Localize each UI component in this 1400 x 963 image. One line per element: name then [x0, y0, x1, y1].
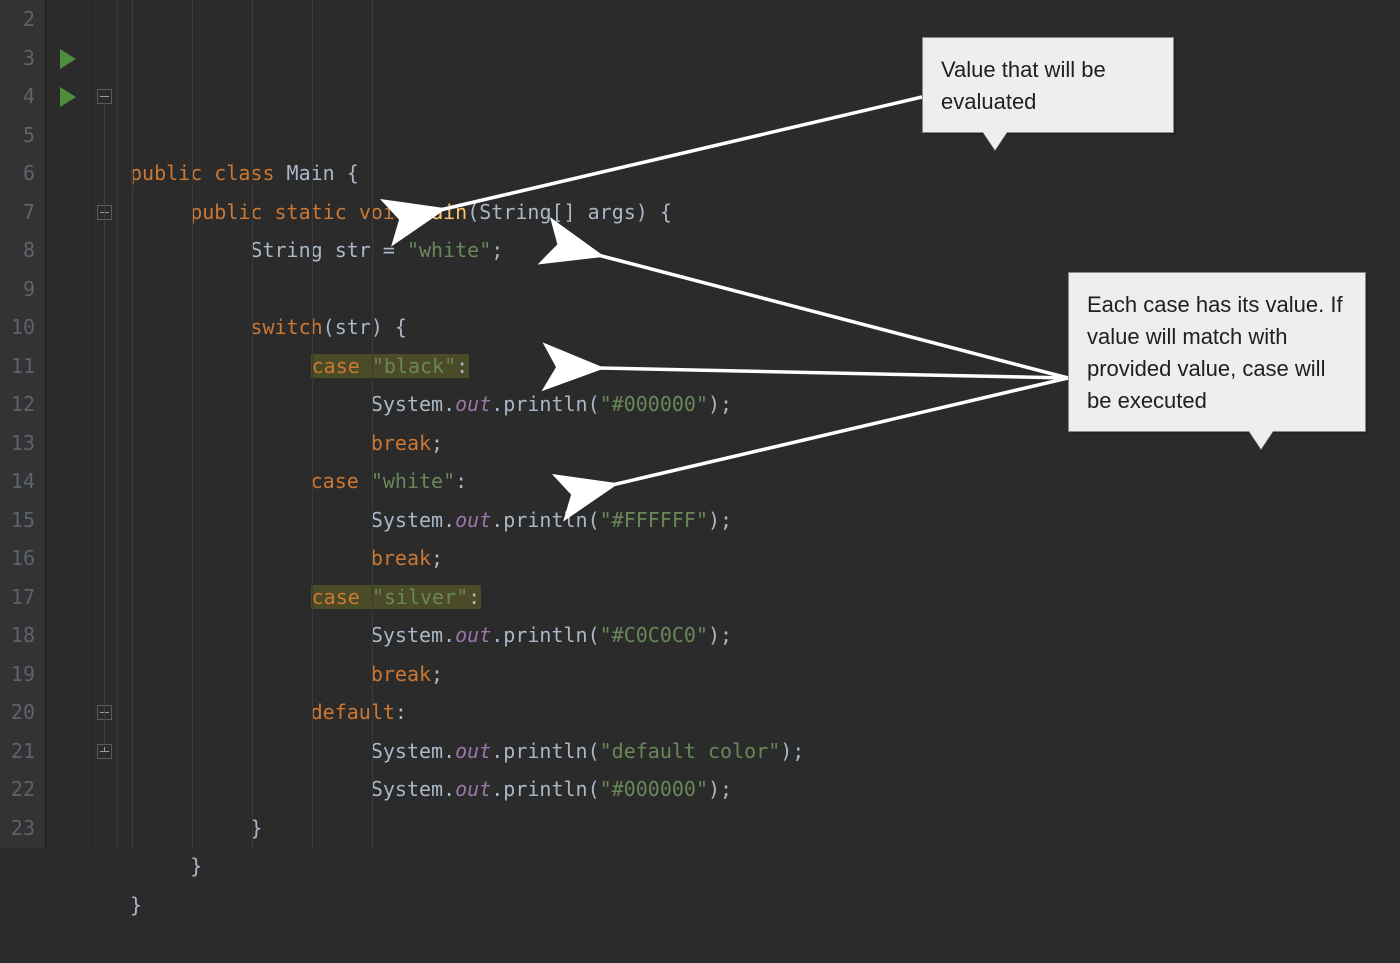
line-number: 21 [0, 732, 45, 771]
callout-value-evaluated: Value that will be evaluated [922, 37, 1174, 133]
line-number: 12 [0, 385, 45, 424]
code-line[interactable]: break; [130, 655, 1400, 694]
code-line[interactable]: String str = "white"; [130, 231, 1400, 270]
code-line[interactable] [130, 116, 1400, 155]
line-number: 9 [0, 270, 45, 309]
line-number: 19 [0, 655, 45, 694]
line-number: 22 [0, 770, 45, 809]
fold-toggle-icon[interactable] [97, 744, 112, 759]
line-number: 14 [0, 462, 45, 501]
code-line[interactable]: case "silver": [130, 578, 1400, 617]
run-marker-column [46, 0, 92, 848]
code-line[interactable]: System.out.println("#FFFFFF"); [130, 501, 1400, 540]
code-line[interactable]: public class Main { [130, 154, 1400, 193]
line-number: 7 [0, 193, 45, 232]
line-number: 20 [0, 693, 45, 732]
line-number: 2 [0, 0, 45, 39]
run-gutter-icon[interactable] [60, 49, 76, 69]
line-number-gutter: 234567891011121314151617181920212223 [0, 0, 46, 848]
line-number: 23 [0, 809, 45, 848]
line-number: 15 [0, 501, 45, 540]
run-gutter-icon[interactable] [60, 87, 76, 107]
code-line[interactable]: } [130, 847, 1400, 886]
line-number: 18 [0, 616, 45, 655]
line-number: 5 [0, 116, 45, 155]
code-line[interactable] [130, 924, 1400, 963]
callout-text: Value that will be evaluated [941, 57, 1106, 114]
line-number: 16 [0, 539, 45, 578]
code-line[interactable]: case "white": [130, 462, 1400, 501]
line-number: 8 [0, 231, 45, 270]
code-line[interactable]: System.out.println("#000000"); [130, 770, 1400, 809]
code-line[interactable]: } [130, 886, 1400, 925]
line-number: 3 [0, 39, 45, 78]
line-number: 11 [0, 347, 45, 386]
code-line[interactable]: break; [130, 539, 1400, 578]
line-number: 6 [0, 154, 45, 193]
callout-case-match: Each case has its value. If value will m… [1068, 272, 1366, 432]
line-number: 13 [0, 424, 45, 463]
code-line[interactable]: System.out.println("#C0C0C0"); [130, 616, 1400, 655]
code-line[interactable]: } [130, 809, 1400, 848]
code-line[interactable]: default: [130, 693, 1400, 732]
line-number: 4 [0, 77, 45, 116]
code-line[interactable]: System.out.println("default color"); [130, 732, 1400, 771]
fold-marker-column [92, 0, 118, 848]
callout-text: Each case has its value. If value will m… [1087, 292, 1343, 413]
line-number: 17 [0, 578, 45, 617]
fold-toggle-icon[interactable] [97, 89, 112, 104]
code-line[interactable]: public static void main(String[] args) { [130, 193, 1400, 232]
line-number: 10 [0, 308, 45, 347]
